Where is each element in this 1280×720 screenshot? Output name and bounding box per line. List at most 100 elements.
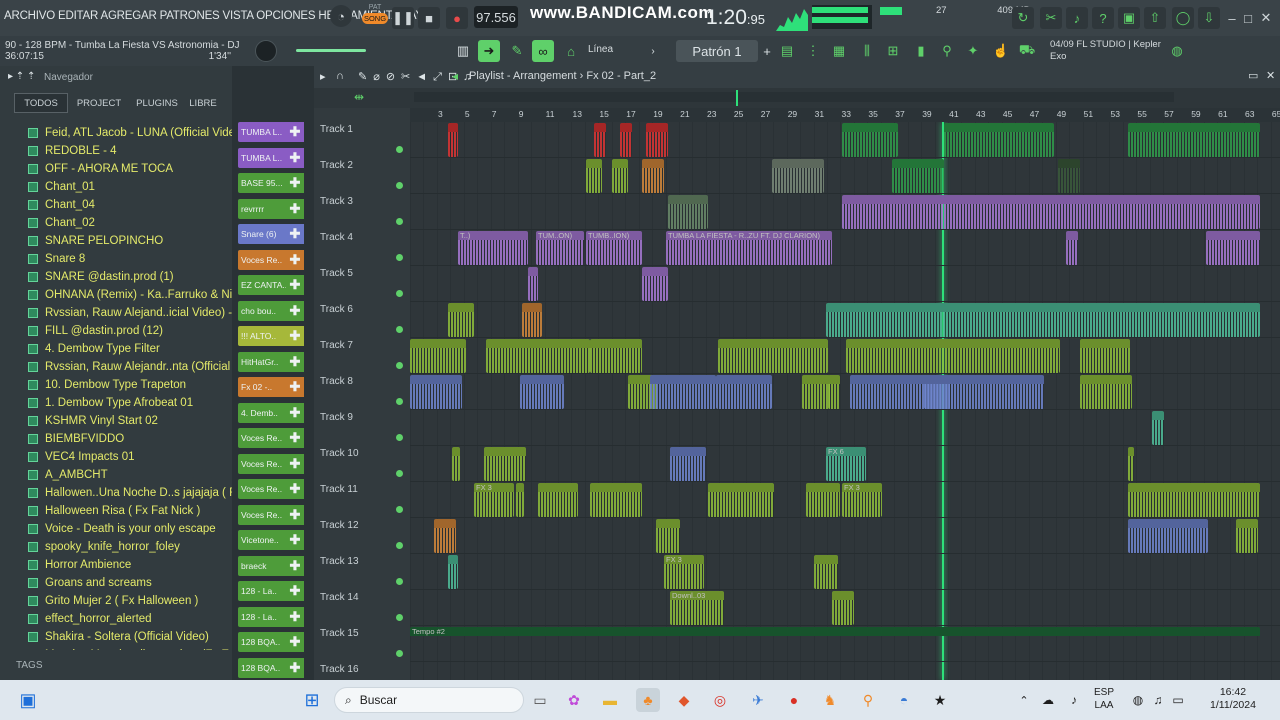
track-enable-led[interactable] (396, 542, 403, 549)
file-item[interactable]: spooky_knife_horror_foley (28, 538, 180, 556)
playlist-clip[interactable] (520, 375, 564, 409)
playlist-clip[interactable] (832, 591, 854, 625)
track-enable-led[interactable] (396, 506, 403, 513)
file-item[interactable]: Groans and screams (28, 574, 152, 592)
playlist-clip[interactable]: FX 3 (474, 483, 514, 517)
copilot-icon[interactable]: ✿ (562, 688, 586, 712)
cloud-icon[interactable]: ☁ (1036, 688, 1060, 712)
arrow-icon[interactable]: ▸ ⇡ ⇡ (8, 71, 35, 82)
track-header[interactable]: Track 9 (320, 410, 404, 446)
playlist-clip[interactable] (1206, 231, 1260, 265)
add-channel-icon[interactable]: ✚ (286, 351, 304, 372)
app-icon-star[interactable]: ★ (928, 688, 952, 712)
file-item[interactable]: Snare 8 (28, 250, 85, 268)
add-channel-icon[interactable]: ✚ (286, 300, 304, 321)
zoom-icon[interactable]: ⇹ (354, 90, 364, 104)
file-item[interactable]: Voice - Death is your only escape (28, 520, 216, 538)
track-enable-led[interactable] (396, 326, 403, 333)
track-header[interactable]: Track 5 (320, 266, 404, 302)
file-item[interactable]: Chant_02 (28, 214, 95, 232)
track-enable-led[interactable] (396, 182, 403, 189)
playlist-clip[interactable] (670, 447, 706, 481)
playlist-clip[interactable] (448, 123, 458, 157)
track-enable-led[interactable] (396, 578, 403, 585)
playlist-clip[interactable] (846, 339, 1060, 373)
playlist-clip[interactable] (448, 303, 474, 337)
track-header[interactable]: Track 12 (320, 518, 404, 554)
track-enable-led[interactable] (396, 254, 403, 261)
playlist-clip[interactable] (452, 447, 460, 481)
tempo-display[interactable]: 97.556 (474, 6, 518, 28)
pattern-selector[interactable]: Patrón 1 (676, 40, 758, 62)
track-header[interactable]: Track 6 (320, 302, 404, 338)
arrow-right-icon[interactable]: ➜ (478, 40, 500, 62)
speaker-icon[interactable]: ◂ (452, 69, 458, 83)
touch-icon[interactable]: ☝ (990, 40, 1012, 62)
add-channel-icon[interactable]: ✚ (286, 377, 304, 397)
playlist-clip[interactable] (826, 303, 1260, 337)
file-item[interactable]: Hallowen..Una Noche D..s jajajaja ( Fx F… (28, 484, 232, 502)
playlist-clip[interactable] (772, 159, 824, 193)
snap-selector[interactable]: Línea (588, 44, 613, 55)
master-pitch-slider[interactable] (296, 49, 366, 52)
playlist-clip[interactable] (1066, 231, 1078, 265)
opera-icon[interactable]: ◎ (708, 688, 732, 712)
track-enable-led[interactable] (396, 470, 403, 477)
playlist-clip[interactable] (620, 123, 632, 157)
help-icon[interactable]: ? (1092, 7, 1114, 29)
add-channel-icon[interactable]: ✚ (286, 122, 304, 142)
stamp-icon[interactable]: ⌂ (560, 40, 582, 62)
track-enable-led[interactable] (396, 614, 403, 621)
playlist-clip[interactable] (718, 339, 828, 373)
piano-icon[interactable]: ▥ (452, 40, 474, 62)
playlist-clip[interactable] (650, 375, 716, 409)
chevron-right-icon[interactable]: › (642, 40, 664, 62)
refresh-icon[interactable]: ↻ (1012, 7, 1034, 29)
cart-icon[interactable]: ⛟ (1016, 40, 1038, 62)
file-item[interactable]: Feid, ATL Jacob - LUNA (Official Video) (28, 124, 232, 142)
playlist-clip[interactable] (944, 123, 1054, 157)
file-item[interactable]: A_AMBCHT (28, 466, 108, 484)
track-enable-led[interactable] (396, 398, 403, 405)
edit-tools-icon[interactable]: ✎⌀⊘✂◄⤢⊡♫ (358, 70, 477, 84)
file-item[interactable]: Mesclas Maquiavelicam..aja... (Fx Edit I… (28, 646, 232, 650)
microphone-icon[interactable]: ♪ (1066, 7, 1088, 29)
add-channel-icon[interactable]: ✚ (286, 249, 304, 270)
chevron-up-icon[interactable]: ⌃ (1012, 688, 1036, 712)
save-icon[interactable]: ▣ (1118, 7, 1140, 29)
track-header[interactable]: Track 7 (320, 338, 404, 374)
file-item[interactable]: Chant_04 (28, 196, 95, 214)
file-item[interactable]: KSHMR Vinyl Start 02 (28, 412, 158, 430)
playlist-icon[interactable]: ▤ (776, 40, 798, 62)
track-header[interactable]: Track 15 (320, 626, 404, 662)
playlist-clip[interactable] (1080, 375, 1132, 409)
pause-icon[interactable]: ❚❚ (392, 7, 414, 29)
playlist-clip[interactable] (668, 195, 708, 229)
playlist-clip[interactable] (646, 123, 668, 157)
add-channel-icon[interactable]: ✚ (286, 147, 304, 168)
playlist-clip[interactable] (716, 375, 772, 409)
playlist-clip[interactable] (842, 195, 1260, 229)
add-channel-icon[interactable]: ✚ (286, 326, 304, 346)
bandicam-icon[interactable]: ● (782, 688, 806, 712)
track-header[interactable]: Track 4 (320, 230, 404, 266)
file-item[interactable]: VEC4 Impacts 01 (28, 448, 134, 466)
fl-studio-icon[interactable]: ♣ (636, 688, 660, 712)
playlist-clip[interactable] (1058, 159, 1080, 193)
playlist-clip[interactable] (594, 123, 606, 157)
pencil-icon[interactable]: ✎ (506, 40, 528, 62)
playlist-clip[interactable] (642, 159, 664, 193)
timeline-ruler[interactable]: 3 5 7 9 11 13 15 17 19 21 23 25 27 29 31 33 35 37 39 41 43 45… (410, 108, 1280, 122)
playlist-maximize-icon[interactable]: ▭ (1248, 69, 1258, 82)
playlist-clip[interactable]: FX 3 (664, 555, 704, 589)
playlist-clip[interactable] (486, 339, 590, 373)
playlist-clip[interactable]: FX 6 (826, 447, 866, 481)
track-header[interactable]: Track 3 (320, 194, 404, 230)
playlist-clip[interactable] (842, 123, 898, 157)
file-item[interactable]: SNARE @dastin.prod (1) (28, 268, 174, 286)
playlist-clip[interactable] (590, 483, 642, 517)
playlist-clip[interactable]: TUMBA LA FIESTA - R..ZU FT. DJ CLARION) (666, 231, 832, 265)
add-channel-icon[interactable]: ✚ (286, 606, 304, 627)
file-item[interactable]: Chant_01 (28, 178, 95, 196)
playlist-close-icon[interactable]: ✕ (1266, 69, 1275, 82)
